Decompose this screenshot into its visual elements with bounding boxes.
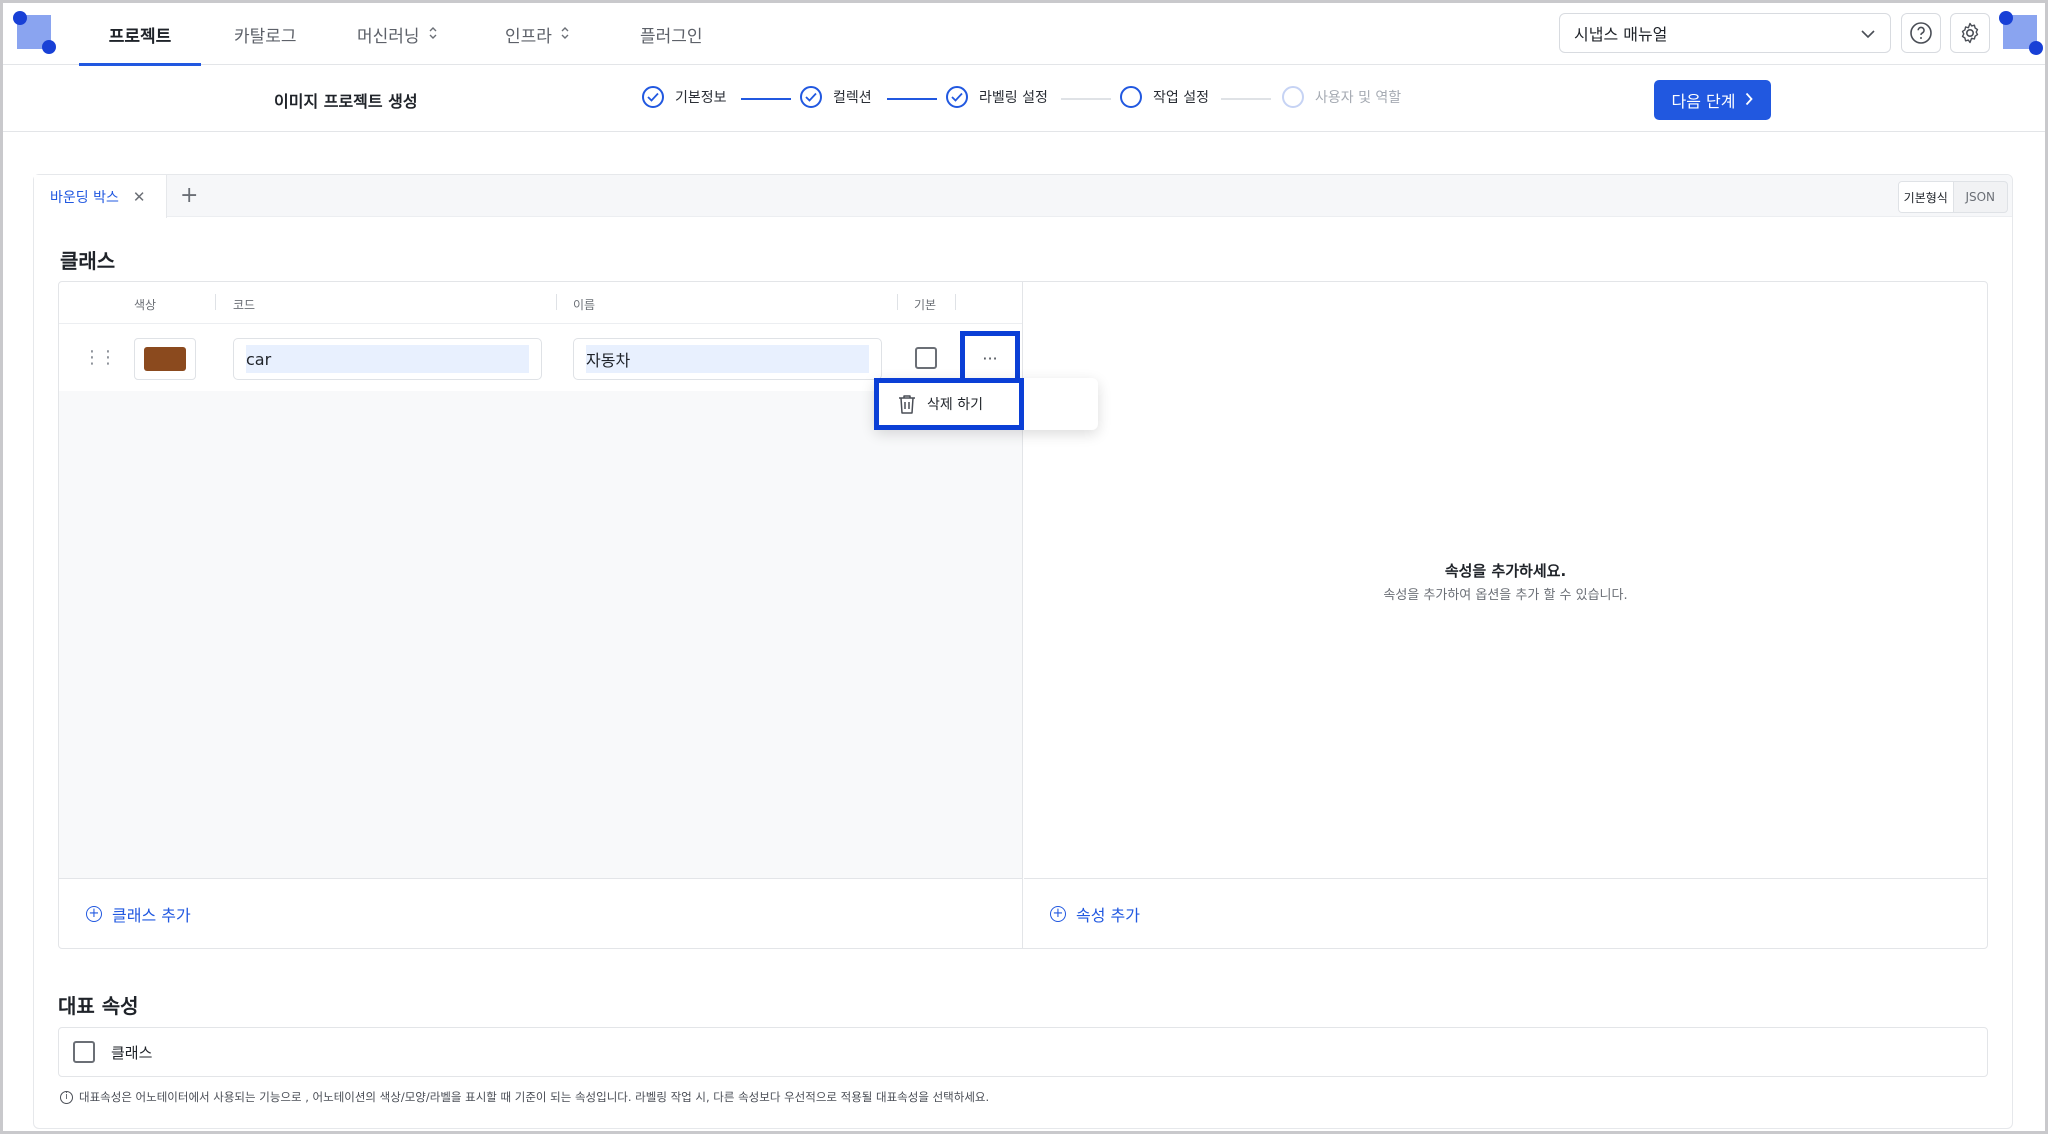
class-settings-panel: 바운딩 박스 ✕ + 기본형식 JSON 클래스 색상 코드 이름 기본 ⋮⋮ … [33,174,2013,1129]
step-label: 컬렉션 [833,90,872,106]
view-json-button[interactable]: JSON [1954,182,2008,212]
avatar[interactable] [1999,11,2043,55]
class-code-value: car [246,345,529,373]
close-icon[interactable]: ✕ [133,188,146,206]
plus-circle-icon: + [1050,905,1066,922]
step-collection[interactable]: 컬렉션 [800,86,872,108]
step-label: 기본정보 [675,90,727,106]
app-window: 프로젝트 카탈로그 머신러닝 인프라 플러그인 시냅스 매뉴얼 이미지 프로젝트… [0,0,2048,1134]
gear-icon [1961,22,1979,44]
app-logo[interactable] [13,11,56,54]
nav-tab-label: 플러그인 [640,26,703,47]
col-default: 기본 [914,298,937,312]
class-name-field[interactable]: 자동차 [573,338,882,380]
nav-tab-project[interactable]: 프로젝트 [79,3,201,66]
updown-chevron-icon [428,26,438,43]
classes-title: 클래스 [60,249,116,273]
attributes-empty-title: 속성을 추가하세요. [1444,562,1567,580]
chevron-right-icon [1745,91,1754,110]
page-title: 이미지 프로젝트 생성 [274,92,418,111]
col-code: 코드 [233,298,256,312]
nav-tab-label: 인프라 [505,26,552,47]
check-circle-icon [946,86,968,108]
view-basic-button[interactable]: 기본형식 [1899,182,1954,212]
attributes-empty-subtitle: 속성을 추가하여 옵션을 추가 할 수 있습니다. [1383,588,1628,603]
nav-tab-machine-learning[interactable]: 머신러닝 [357,3,438,65]
info-icon: i [60,1090,73,1104]
step-users-roles: 사용자 및 역할 [1282,86,1401,108]
col-color: 색상 [134,298,157,312]
step-label: 작업 설정 [1153,90,1209,106]
nav-tab-label: 프로젝트 [108,26,172,47]
next-step-button[interactable]: 다음 단계 [1654,80,1771,120]
tab-label: 바운딩 박스 [50,189,119,206]
step-labeling-settings[interactable]: 라벨링 설정 [946,86,1048,108]
nav-tab-plugin[interactable]: 플러그인 [640,3,703,65]
check-circle-icon [642,86,664,108]
plus-circle-icon: + [86,905,102,922]
class-name-value: 자동차 [586,345,869,373]
nav-tab-label: 머신러닝 [357,26,420,47]
step-basic-info[interactable]: 기본정보 [642,86,727,108]
stepper-bar: 이미지 프로젝트 생성 기본정보 컬렉션 라벨링 설정 작업 설정 사용자 및 … [3,66,2045,132]
add-class-button[interactable]: + 클래스 추가 [59,878,1022,948]
next-step-label: 다음 단계 [1671,92,1736,111]
empty-circle-icon [1282,86,1304,108]
step-label: 사용자 및 역할 [1315,90,1402,106]
step-connector [1221,98,1271,100]
class-table-header: 색상 코드 이름 기본 [59,282,1022,324]
tab-bounding-box[interactable]: 바운딩 박스 ✕ [34,175,167,218]
color-picker[interactable] [134,338,196,380]
add-attribute-button[interactable]: + 속성 추가 [1024,878,1987,948]
representative-title: 대표 속성 [58,994,139,1018]
step-connector [741,98,791,100]
nav-tab-label: 카탈로그 [234,26,297,47]
step-connector [1061,98,1111,100]
color-swatch [144,347,186,371]
manual-select-value: 시냅스 매뉴얼 [1574,25,1668,44]
representative-note-text: 대표속성은 어노테이터에서 사용되는 기능으로 , 어노테이션의 색상/모양/라… [79,1090,990,1104]
check-circle-icon [800,86,822,108]
add-class-label: 클래스 추가 [112,905,191,925]
trash-icon [899,395,915,414]
delete-label: 삭제 하기 [927,397,983,413]
class-list-empty-area [59,391,1022,878]
manual-select[interactable]: 시냅스 매뉴얼 [1559,13,1891,53]
row-options-menu: 삭제 하기 [874,378,1098,430]
representative-option: 클래스 [58,1027,1988,1077]
representative-note: i 대표속성은 어노테이터에서 사용되는 기능으로 , 어노테이션의 색상/모양… [60,1089,989,1105]
step-label: 라벨링 설정 [979,90,1048,106]
delete-menu-item[interactable]: 삭제 하기 [874,378,1024,430]
settings-button[interactable] [1950,13,1990,53]
help-icon [1910,22,1932,44]
nav-tab-infra[interactable]: 인프라 [505,3,570,65]
step-connector [887,98,937,100]
class-code-field[interactable]: car [233,338,542,380]
col-name: 이름 [573,298,596,312]
default-checkbox[interactable] [915,347,937,369]
empty-circle-icon [1120,86,1142,108]
add-tab-icon[interactable]: + [180,183,198,208]
more-options-button[interactable]: ··· [960,331,1020,385]
nav-tab-catalog[interactable]: 카탈로그 [234,3,297,65]
chevron-down-icon [1860,24,1876,43]
view-mode-toggle: 기본형식 JSON [1898,181,2008,213]
step-task-settings[interactable]: 작업 설정 [1120,86,1209,108]
tool-tab-strip: 바운딩 박스 ✕ + 기본형식 JSON [34,175,2012,218]
representative-option-label: 클래스 [111,1043,153,1062]
top-nav: 프로젝트 카탈로그 머신러닝 인프라 플러그인 시냅스 매뉴얼 [3,3,2045,66]
updown-chevron-icon [560,26,570,43]
drag-handle-icon[interactable]: ⋮⋮ [83,347,117,368]
add-attribute-label: 속성 추가 [1076,905,1140,925]
help-button[interactable] [1901,13,1941,53]
representative-checkbox[interactable] [73,1041,95,1063]
